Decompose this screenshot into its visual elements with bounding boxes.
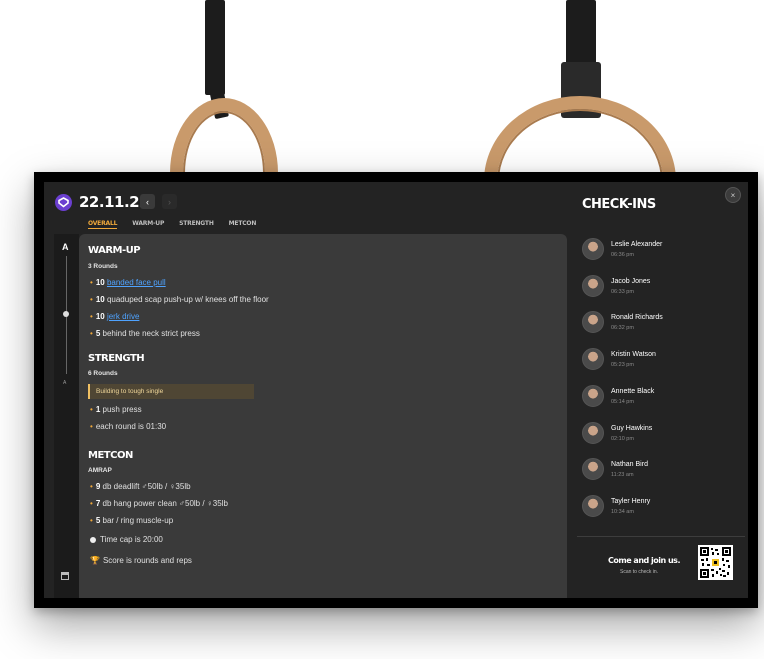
strength-rounds: 6 Rounds	[88, 370, 118, 377]
prev-day-button[interactable]: ‹	[140, 194, 155, 209]
list-item: • 9 db deadlift ♂50lb / ♀35lb	[90, 482, 191, 491]
font-size-large-label: A	[62, 242, 69, 252]
avatar	[582, 238, 604, 260]
list-item: • each round is 01:30	[90, 422, 167, 431]
list-item: • 10 quaduped scap push-up w/ knees off t…	[90, 295, 269, 304]
avatar	[582, 311, 604, 333]
checkin-item: Leslie Alexander 06:36 pm	[582, 238, 748, 262]
join-title: Come and join us.	[608, 556, 680, 565]
close-button[interactable]: ×	[725, 187, 741, 203]
tab-warm-up[interactable]: WARM-UP	[132, 220, 164, 229]
warmup-title: WARM-UP	[88, 245, 141, 256]
avatar	[582, 385, 604, 407]
strength-title: STRENGTH	[88, 353, 145, 364]
checkin-item: Nathan Bird 11:23 am	[582, 458, 748, 482]
avatar	[582, 275, 604, 297]
avatar	[582, 422, 604, 444]
checkin-item: Kristin Watson 05:23 pm	[582, 348, 748, 372]
checkin-item: Annette Black 05:14 pm	[582, 385, 748, 409]
list-item: • 10 banded face pull	[90, 278, 166, 287]
metcon-title: METCON	[88, 450, 133, 461]
checkin-item: Ronald Richards 06:32 pm	[582, 311, 748, 335]
qr-code-icon[interactable]	[698, 545, 733, 580]
strength-note: Building to tough single	[88, 384, 254, 399]
time-cap: Time cap is 20:00	[90, 535, 163, 544]
font-size-slider-handle[interactable]	[63, 311, 69, 317]
movement-link[interactable]: banded face pull	[107, 278, 166, 287]
workout-tabs: OVERALL WARM-UP STRENGTH METCON	[88, 220, 256, 229]
list-item: • 1 push press	[90, 405, 142, 414]
checkin-item: Tayler Henry 10:34 am	[582, 495, 748, 519]
trophy-icon: 🏆	[90, 556, 100, 565]
workout-date: 22.11.23	[79, 193, 150, 211]
metcon-type: AMRAP	[88, 467, 112, 474]
list-item: • 10 jerk drive	[90, 312, 140, 321]
list-item: • 5 behind the neck strict press	[90, 329, 200, 338]
list-item: • 5 bar / ring muscle-up	[90, 516, 174, 525]
join-subtitle: Scan to check in.	[620, 569, 659, 575]
shield-logo-icon	[55, 194, 72, 211]
avatar	[582, 495, 604, 517]
checkin-item: Guy Hawkins 02:10 pm	[582, 422, 748, 446]
score-type: 🏆 Score is rounds and reps	[90, 556, 192, 565]
tab-overall[interactable]: OVERALL	[88, 220, 117, 229]
divider	[577, 536, 745, 537]
calendar-icon[interactable]	[61, 572, 69, 580]
list-item: • 7 db hang power clean ♂50lb / ♀35lb	[90, 499, 228, 508]
avatar	[582, 458, 604, 480]
avatar	[582, 348, 604, 370]
app-screen: 22.11.23 ‹ › OVERALL WARM-UP STRENGTH ME…	[44, 182, 748, 598]
tab-strength[interactable]: STRENGTH	[179, 220, 214, 229]
clock-icon	[90, 537, 96, 543]
next-day-button[interactable]: ›	[162, 194, 177, 209]
font-size-small-label: A	[63, 380, 67, 386]
left-sidebar: A A	[54, 234, 79, 598]
warmup-rounds: 3 Rounds	[88, 263, 118, 270]
movement-link[interactable]: jerk drive	[107, 312, 139, 321]
checkin-item: Jacob Jones 06:33 pm	[582, 275, 748, 299]
tab-metcon[interactable]: METCON	[229, 220, 257, 229]
checkins-title: CHECK-INS	[582, 197, 656, 212]
tv-display: 22.11.23 ‹ › OVERALL WARM-UP STRENGTH ME…	[34, 172, 758, 608]
workout-panel: WARM-UP 3 Rounds • 10 banded face pull • 1…	[79, 234, 567, 598]
